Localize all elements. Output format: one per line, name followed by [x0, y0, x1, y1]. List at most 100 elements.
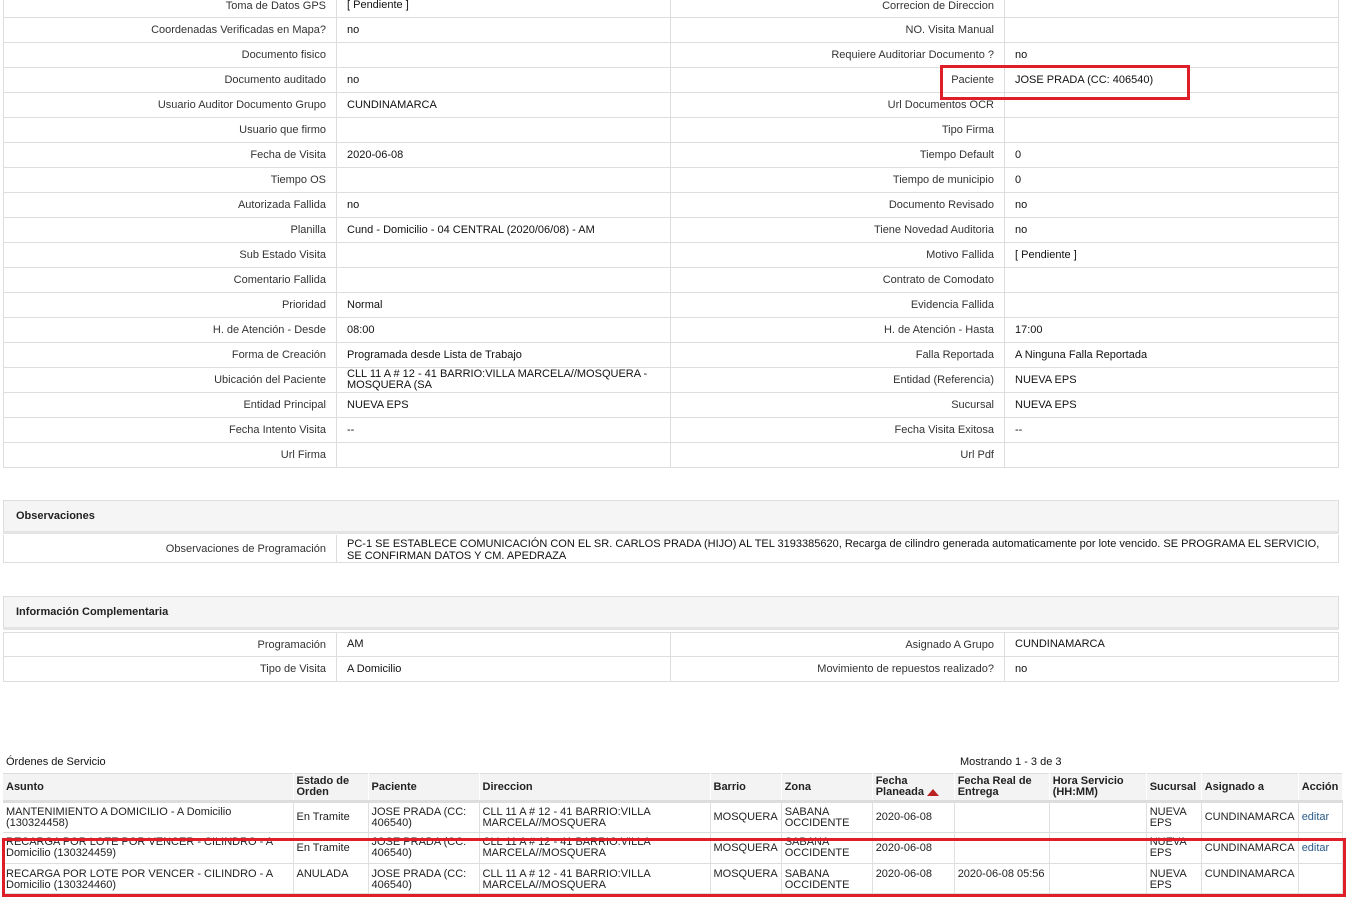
value-entidad-principal: NUEVA EPS: [337, 393, 671, 418]
label-url-pdf: Url Pdf: [671, 443, 1005, 468]
column-header-barrio[interactable]: Barrio: [710, 773, 782, 803]
label-entidad-referencia: Entidad (Referencia): [671, 368, 1005, 393]
detail-row: Coordenadas Verificadas en Mapa? no NO. Vi…: [3, 18, 1339, 43]
cell-sucursal: NUEVA EPS: [1146, 832, 1202, 864]
column-header-label: Estado de Orden: [296, 775, 350, 798]
column-header-asignado-a[interactable]: Asignado a: [1201, 773, 1299, 803]
column-header-zona[interactable]: Zona: [781, 773, 873, 803]
column-header-hora-servicio-hh-mm[interactable]: Hora Servicio (HH:MM): [1049, 773, 1147, 803]
value-documento-fisico: [337, 43, 671, 68]
column-header-label: Fecha Real de Entrega: [957, 775, 1032, 798]
label-tiempo-de-municipio: Tiempo de municipio: [671, 168, 1005, 193]
cell-barrio: MOSQUERA: [710, 832, 782, 864]
value-sub-estado-visita: [337, 243, 671, 268]
value-fecha-de-visita: 2020-06-08: [337, 143, 671, 168]
column-header-estado-de-orden[interactable]: Estado de Orden: [293, 773, 369, 803]
value-usuario-que-firmo: [337, 118, 671, 143]
table-row: MANTENIMIENTO A DOMICILIO - A Domicilio …: [3, 801, 1343, 833]
detail-row: Autorizada Fallida no Documento Revisado no: [3, 193, 1339, 218]
value-tipo-firma: [1005, 118, 1339, 143]
column-header-label: Paciente: [371, 780, 417, 793]
label-fecha-intento-visita: Fecha Intento Visita: [3, 418, 337, 443]
value-tiene-novedad-auditoria: no: [1005, 218, 1339, 243]
label-motivo-fallida: Motivo Fallida: [671, 243, 1005, 268]
value-forma-de-creacion: Programada desde Lista de Trabajo: [337, 343, 671, 368]
detail-row: Usuario Auditor Documento Grupo CUNDINAMA…: [3, 93, 1339, 118]
cell-zona: SABANA OCCIDENTE: [781, 863, 873, 894]
cell-fecha-real-de-entrega: [954, 832, 1050, 864]
column-header-label: Sucursal: [1149, 780, 1197, 793]
label-fecha-de-visita: Fecha de Visita: [3, 143, 337, 168]
sort-ascending-icon[interactable]: [927, 788, 939, 796]
label-fecha-visita-exitosa: Fecha Visita Exitosa: [671, 418, 1005, 443]
detail-row: Comentario Fallida Contrato de Comodato: [3, 268, 1339, 293]
value-coordenadas-verificadas-en-mapa: no: [337, 18, 671, 43]
value-documento-auditado: no: [337, 68, 671, 93]
table-row: RECARGA POR LOTE POR VENCER - CILINDRO -…: [3, 863, 1343, 894]
edit-link[interactable]: editar: [1302, 811, 1330, 823]
detail-row: Url Firma Url Pdf: [3, 443, 1339, 468]
column-header-asunto[interactable]: Asunto: [3, 773, 294, 803]
detail-row: Planilla Cund - Domicilio - 04 CENTRAL (2…: [3, 218, 1339, 243]
cell-estado-de-orden: En Tramite: [293, 832, 369, 864]
label-correcion-de-direccion: Correcion de Direccion: [671, 0, 1005, 18]
cell-zona: SABANA OCCIDENTE: [781, 832, 873, 864]
detail-row: H. de Atención - Desde 08:00 H. de Atenció…: [3, 318, 1339, 343]
label-sucursal: Sucursal: [671, 393, 1005, 418]
detail-row: Documento auditado no Paciente JOSE PRADA (…: [3, 68, 1339, 93]
value-url-firma: [337, 443, 671, 468]
cell-direccion: CLL 11 A # 12 - 41 BARRIO:VILLA MARCELA/…: [479, 863, 711, 894]
cell-fecha-real-de-entrega: [954, 801, 1050, 833]
label-paciente: Paciente: [671, 68, 1005, 93]
observaciones-value: PC-1 SE ESTABLECE COMUNICACIÓN CON EL SR…: [337, 535, 1339, 563]
observaciones-header: Observaciones: [3, 500, 1339, 534]
cell-fecha-real-de-entrega: 2020-06-08 05:56: [954, 863, 1050, 894]
value-motivo-fallida: [ Pendiente ]: [1005, 243, 1339, 268]
cell-barrio: MOSQUERA: [710, 801, 782, 833]
cell-hora-servicio-hh-mm: [1049, 832, 1147, 864]
value-tipo-de-visita: A Domicilio: [337, 657, 671, 682]
cell-hora-servicio-hh-mm: [1049, 863, 1147, 894]
edit-link[interactable]: editar: [1302, 842, 1330, 854]
cell-hora-servicio-hh-mm: [1049, 801, 1147, 833]
column-header-label: Fecha Planeada: [875, 775, 924, 798]
column-header-direccion[interactable]: Direccion: [479, 773, 711, 803]
column-header-sucursal[interactable]: Sucursal: [1146, 773, 1202, 803]
detail-row: Programación AM Asignado A Grupo CUNDINAMAR…: [3, 632, 1339, 657]
column-header-label: Hora Servicio (HH:MM): [1052, 775, 1124, 798]
label-sub-estado-visita: Sub Estado Visita: [3, 243, 337, 268]
label-tiene-novedad-auditoria: Tiene Novedad Auditoria: [671, 218, 1005, 243]
label-h-de-atencion-hasta: H. de Atención - Hasta: [671, 318, 1005, 343]
value-requiere-auditoriar-documento: no: [1005, 43, 1339, 68]
value-sucursal: NUEVA EPS: [1005, 393, 1339, 418]
value-comentario-fallida: [337, 268, 671, 293]
label-forma-de-creacion: Forma de Creación: [3, 343, 337, 368]
value-documento-revisado: no: [1005, 193, 1339, 218]
cell-sucursal: NUEVA EPS: [1146, 801, 1202, 833]
label-programacion: Programación: [3, 632, 337, 657]
column-header-accion[interactable]: Acción: [1298, 773, 1343, 803]
column-header-fecha-real-de-entrega[interactable]: Fecha Real de Entrega: [954, 773, 1050, 803]
cell-accion: [1298, 863, 1343, 894]
value-h-de-atencion-hasta: 17:00: [1005, 318, 1339, 343]
cell-estado-de-orden: En Tramite: [293, 801, 369, 833]
cell-barrio: MOSQUERA: [710, 863, 782, 894]
detail-row: Tipo de Visita A Domicilio Movimiento de r…: [3, 657, 1339, 682]
column-header-fecha-planeada[interactable]: Fecha Planeada: [872, 773, 955, 803]
cell-asunto: MANTENIMIENTO A DOMICILIO - A Domicilio …: [3, 801, 294, 833]
cell-accion: editar: [1298, 801, 1343, 833]
column-header-label: Direccion: [482, 780, 533, 793]
detail-row: Documento fisico Requiere Auditoriar Docu…: [3, 43, 1339, 68]
label-falla-reportada: Falla Reportada: [671, 343, 1005, 368]
label-documento-revisado: Documento Revisado: [671, 193, 1005, 218]
column-header-label: Asunto: [6, 780, 44, 793]
value-url-documentos-ocr: [1005, 93, 1339, 118]
value-evidencia-fallida: [1005, 293, 1339, 318]
detail-row: Sub Estado Visita Motivo Fallida[ Pendien…: [3, 243, 1339, 268]
column-header-label: Acción: [1301, 780, 1339, 793]
label-entidad-principal: Entidad Principal: [3, 393, 337, 418]
value-programacion: AM: [337, 632, 671, 657]
cell-fecha-planeada: 2020-06-08: [872, 832, 955, 864]
column-header-paciente[interactable]: Paciente: [368, 773, 480, 803]
label-coordenadas-verificadas-en-mapa: Coordenadas Verificadas en Mapa?: [3, 18, 337, 43]
